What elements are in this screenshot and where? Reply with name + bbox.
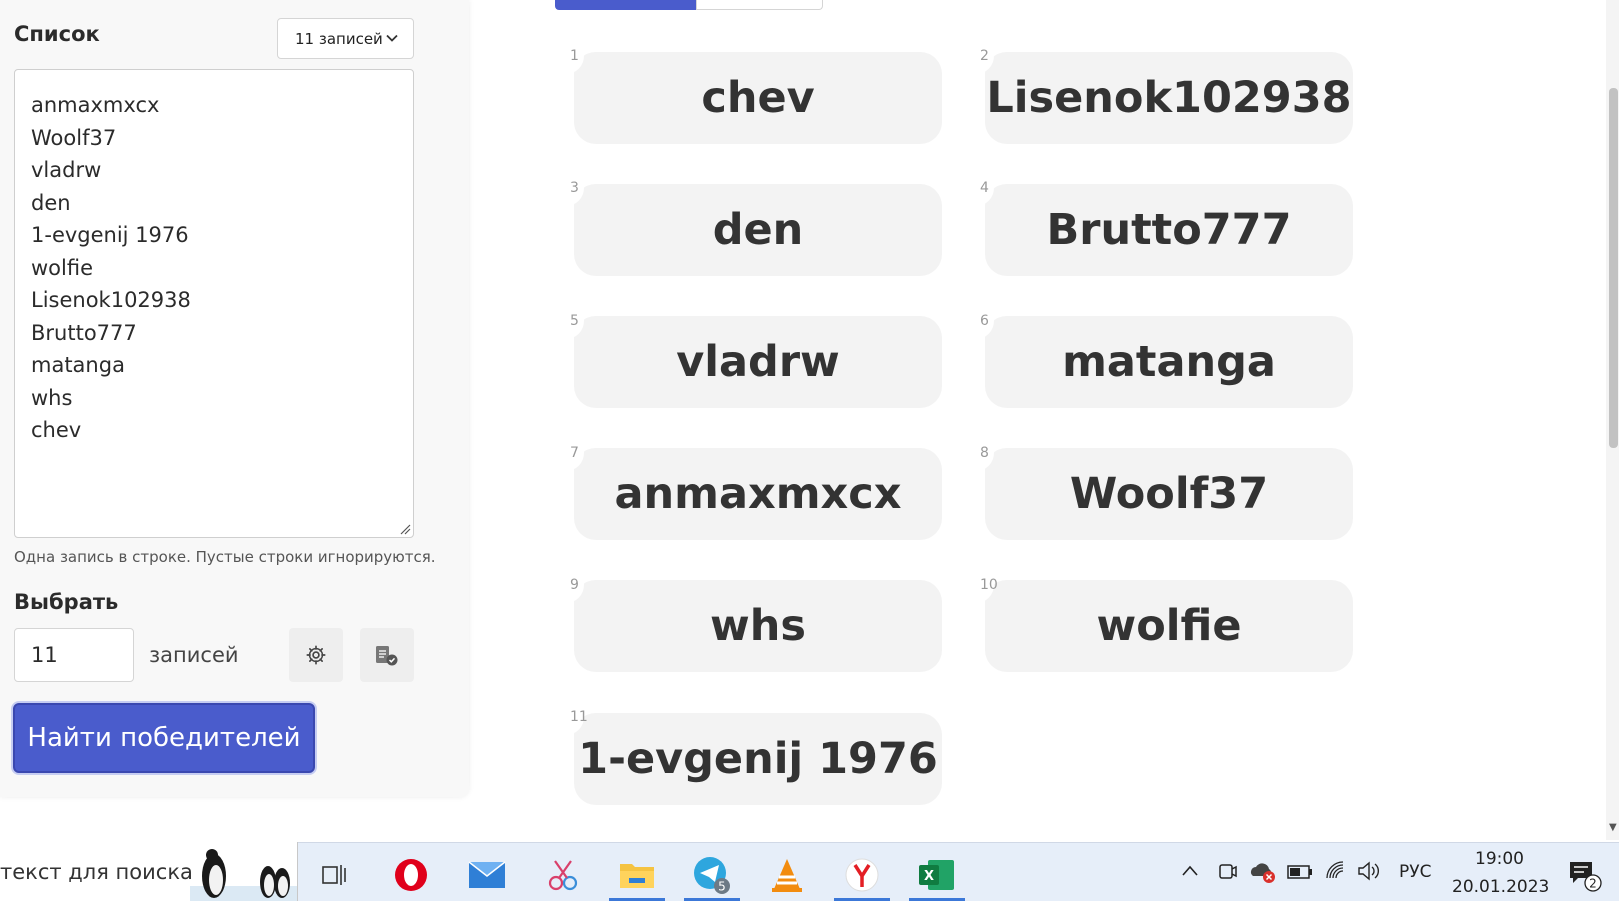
mail-app[interactable] — [457, 848, 517, 901]
telegram-icon: 5 — [694, 856, 730, 894]
penguins-icon — [190, 849, 297, 901]
notification-count: 2 — [1589, 877, 1597, 891]
winner-card: wolfie — [985, 580, 1353, 672]
entry-line: anmaxmxcx — [31, 93, 160, 117]
entry-line: 1-evgenij 1976 — [31, 223, 189, 247]
entry-line: Lisenok102938 — [31, 288, 191, 312]
opera-icon — [395, 858, 427, 891]
document-check-icon — [376, 646, 398, 666]
battery-icon[interactable] — [1287, 864, 1313, 880]
settings-panel: Список 11 записей anmaxmxcx Woolf37 vlad… — [0, 0, 469, 797]
winner-card: den — [574, 184, 942, 276]
excel-icon: X — [919, 859, 954, 890]
resize-grip-icon[interactable] — [399, 523, 411, 535]
excel-app[interactable]: X — [907, 848, 967, 901]
winner-card: anmaxmxcx — [574, 448, 942, 540]
winner-card: chev — [574, 52, 942, 144]
tab-inactive[interactable] — [696, 0, 823, 10]
tab-active[interactable] — [555, 0, 696, 10]
find-winners-button[interactable]: Найти победителей — [13, 703, 315, 773]
entries-count-value: 11 записей — [295, 29, 383, 48]
entry-line: Woolf37 — [31, 125, 117, 150]
yandex-browser-icon — [845, 858, 879, 891]
onedrive-error-icon[interactable] — [1249, 860, 1277, 884]
svg-text:X: X — [924, 869, 934, 884]
entry-line: vladrw — [31, 158, 102, 182]
winner-card: 1-evgenij 1976 — [574, 713, 942, 805]
winner-card: vladrw — [574, 316, 942, 408]
winner-card: Woolf37 — [985, 448, 1353, 540]
scissors-icon — [548, 859, 578, 890]
entries-hint: Одна запись в строке. Пустые строки игно… — [14, 548, 436, 566]
vlc-app[interactable] — [757, 848, 817, 901]
winner-card: matanga — [985, 316, 1353, 408]
chevron-down-icon — [386, 34, 398, 42]
mail-icon — [468, 860, 506, 888]
task-view-icon — [322, 864, 346, 885]
wifi-icon[interactable] — [1325, 860, 1347, 882]
snipping-tool-app[interactable] — [533, 848, 593, 901]
winner-card: whs — [574, 580, 942, 672]
list-title: Список — [14, 22, 100, 46]
winners-count-input[interactable]: 11 — [14, 628, 134, 682]
entry-line: wolfie — [31, 255, 94, 280]
entry-line: whs — [31, 385, 73, 410]
winner-card: Lisenok102938 — [985, 52, 1353, 144]
yandex-browser-app[interactable] — [832, 848, 892, 901]
volume-icon[interactable] — [1357, 860, 1381, 882]
entries-textarea[interactable]: anmaxmxcx Woolf37 vladrw den 1-evgenij 1… — [14, 69, 414, 538]
gear-icon — [306, 645, 326, 665]
meet-now-icon[interactable] — [1217, 860, 1237, 882]
export-list-button[interactable] — [360, 628, 414, 682]
scrollbar-thumb[interactable] — [1609, 88, 1618, 448]
entry-line: chev — [31, 418, 82, 442]
telegram-badge: 5 — [718, 879, 726, 893]
records-label: записей — [149, 643, 239, 667]
folder-icon — [620, 863, 654, 888]
settings-button[interactable] — [289, 628, 343, 682]
show-hidden-icons-chevron-icon[interactable] — [1181, 864, 1199, 878]
clock-date[interactable]: 20.01.2023 — [1452, 877, 1549, 897]
winner-card: Brutto777 — [985, 184, 1353, 276]
input-language[interactable]: РУС — [1399, 862, 1431, 882]
notification-center-icon[interactable]: 2 — [1568, 858, 1602, 892]
vlc-icon — [772, 858, 802, 892]
clock-time[interactable]: 19:00 — [1475, 849, 1524, 869]
opera-app[interactable] — [381, 848, 441, 901]
entries-count-select[interactable]: 11 записей — [277, 18, 414, 59]
file-explorer-app[interactable] — [607, 848, 667, 901]
telegram-app[interactable]: 5 — [682, 848, 742, 901]
taskbar-search-box[interactable]: текст для поиска — [0, 842, 298, 901]
pick-title: Выбрать — [14, 590, 119, 614]
entry-line: den — [31, 190, 71, 215]
taskbar-search-text: текст для поиска — [0, 860, 193, 884]
task-view-button[interactable] — [305, 848, 365, 901]
entry-line: Brutto777 — [31, 320, 137, 345]
scroll-down-arrow-icon[interactable]: ▼ — [1609, 822, 1617, 833]
entry-line: matanga — [31, 353, 125, 377]
